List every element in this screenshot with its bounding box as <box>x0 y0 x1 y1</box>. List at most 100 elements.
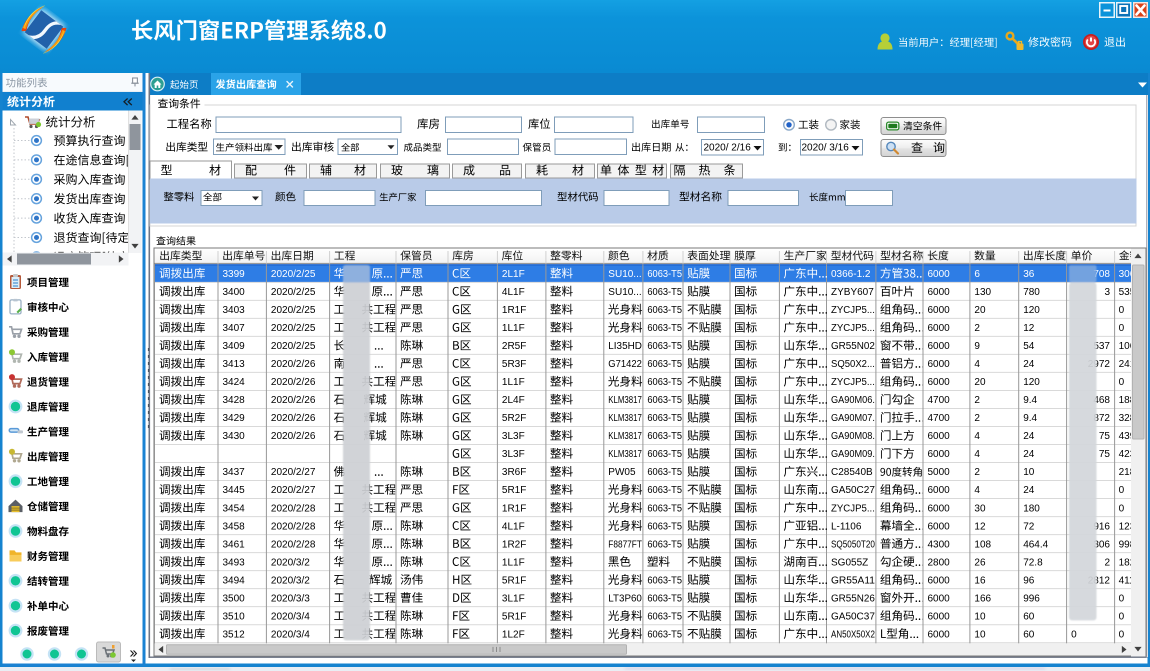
svg-text:2020/2/25: 2020/2/25 <box>271 305 316 316</box>
svg-text:6063-T5: 6063-T5 <box>647 629 682 640</box>
svg-text:4L1F: 4L1F <box>502 521 525 532</box>
svg-text:6000: 6000 <box>928 629 951 640</box>
svg-text:6063-T5: 6063-T5 <box>647 413 682 424</box>
svg-text:6063-T5: 6063-T5 <box>647 503 682 514</box>
svg-text:2020/2/27: 2020/2/27 <box>271 467 316 478</box>
svg-text:6000: 6000 <box>928 593 951 604</box>
svg-text:SQ5050T20: SQ5050T20 <box>831 539 875 550</box>
svg-text:3500: 3500 <box>223 593 246 604</box>
svg-text:0: 0 <box>1119 305 1125 316</box>
svg-text:6000: 6000 <box>928 611 951 622</box>
svg-text:130: 130 <box>974 287 991 298</box>
svg-text:4: 4 <box>974 431 980 442</box>
svg-text:KLM3817: KLM3817 <box>608 449 642 460</box>
svg-text:2020/2/25: 2020/2/25 <box>271 341 316 352</box>
svg-text:GA90M07.: GA90M07. <box>831 413 875 424</box>
svg-text:6000: 6000 <box>928 503 951 514</box>
svg-text:3445: 3445 <box>223 485 246 496</box>
svg-text:ZYCJP5...: ZYCJP5... <box>831 323 875 334</box>
svg-text:6063-T5: 6063-T5 <box>647 323 682 334</box>
svg-text:6063-T5: 6063-T5 <box>647 593 682 604</box>
svg-text:5R1F: 5R1F <box>502 485 526 496</box>
svg-text:20: 20 <box>974 377 986 388</box>
svg-text:6063-T5: 6063-T5 <box>647 521 682 532</box>
svg-text:3510: 3510 <box>223 611 246 622</box>
svg-text:2020/2/28: 2020/2/28 <box>271 539 316 550</box>
svg-text:9: 9 <box>974 341 980 352</box>
svg-text:20: 20 <box>974 305 986 316</box>
svg-text:3458: 3458 <box>223 521 246 532</box>
svg-text:2020/ 2/16: 2020/ 2/16 <box>704 143 752 154</box>
svg-text:GA50C27: GA50C27 <box>831 485 875 496</box>
svg-text:3407: 3407 <box>223 323 246 334</box>
svg-text:GR55A11: GR55A11 <box>831 575 875 586</box>
svg-text:10: 10 <box>1023 467 1035 478</box>
svg-text:F8877FT: F8877FT <box>608 539 642 550</box>
svg-text:0: 0 <box>1119 593 1125 604</box>
svg-text:SG055Z: SG055Z <box>831 557 868 568</box>
svg-text:6063-T5: 6063-T5 <box>647 449 682 460</box>
svg-text:6063-T5: 6063-T5 <box>647 269 682 280</box>
svg-text:C28540B: C28540B <box>831 467 873 478</box>
svg-text:10: 10 <box>974 629 986 640</box>
svg-text:1L2F: 1L2F <box>502 629 525 640</box>
svg-text:1R1F: 1R1F <box>502 503 526 514</box>
svg-text:2020/2/26: 2020/2/26 <box>271 377 316 388</box>
svg-text:6063-T5: 6063-T5 <box>647 575 682 586</box>
svg-text:6000: 6000 <box>928 521 951 532</box>
svg-text:1L1F: 1L1F <box>502 557 525 568</box>
svg-text:6000: 6000 <box>928 431 951 442</box>
svg-text:KLM3817: KLM3817 <box>608 413 642 424</box>
svg-text:16: 16 <box>974 575 986 586</box>
svg-text:1R2F: 1R2F <box>502 539 526 550</box>
svg-text:9.4: 9.4 <box>1023 413 1037 424</box>
svg-text:1L1F: 1L1F <box>502 377 525 388</box>
svg-text:108: 108 <box>974 539 991 550</box>
svg-text:2020/2/25: 2020/2/25 <box>271 287 316 298</box>
svg-text:4L1F: 4L1F <box>502 287 525 298</box>
svg-text:6000: 6000 <box>928 485 951 496</box>
svg-text:3454: 3454 <box>223 503 246 514</box>
svg-text:KLM3817: KLM3817 <box>608 431 642 442</box>
svg-text:5R1F: 5R1F <box>502 611 526 622</box>
svg-text:2020/2/25: 2020/2/25 <box>271 269 316 280</box>
svg-text:2: 2 <box>974 413 980 424</box>
svg-text:6000: 6000 <box>928 323 951 334</box>
svg-text:6000: 6000 <box>928 449 951 460</box>
svg-text:4700: 4700 <box>928 395 951 406</box>
svg-text:10: 10 <box>974 611 986 622</box>
svg-text:0: 0 <box>1119 485 1125 496</box>
svg-text:3403: 3403 <box>223 305 246 316</box>
svg-text:60: 60 <box>1023 611 1035 622</box>
svg-text:3L3F: 3L3F <box>502 449 525 460</box>
svg-text:GA90M08.: GA90M08. <box>831 431 875 442</box>
svg-text:2020/3/4: 2020/3/4 <box>271 629 310 640</box>
svg-text:2020/2/27: 2020/2/27 <box>271 485 316 496</box>
svg-text:2L4F: 2L4F <box>502 395 525 406</box>
svg-text:75: 75 <box>1099 449 1111 460</box>
svg-text:0: 0 <box>1119 503 1125 514</box>
svg-text:4: 4 <box>974 359 980 370</box>
svg-text:LT3P60: LT3P60 <box>608 593 642 604</box>
svg-text:0: 0 <box>1119 611 1125 622</box>
svg-text:3R6F: 3R6F <box>502 467 526 478</box>
svg-text:6000: 6000 <box>928 269 951 280</box>
svg-text:4: 4 <box>974 485 980 496</box>
svg-text:6000: 6000 <box>928 575 951 586</box>
svg-text:6000: 6000 <box>928 341 951 352</box>
svg-text:6063-T5: 6063-T5 <box>647 287 682 298</box>
svg-text:464.4: 464.4 <box>1023 539 1048 550</box>
svg-text:2020/3/4: 2020/3/4 <box>271 611 310 622</box>
svg-text:120: 120 <box>1023 305 1040 316</box>
svg-text:1R1F: 1R1F <box>502 305 526 316</box>
svg-text:2020/3/2: 2020/3/2 <box>271 557 310 568</box>
svg-text:0: 0 <box>1119 377 1125 388</box>
svg-text:6063-T5: 6063-T5 <box>647 431 682 442</box>
svg-text:3493: 3493 <box>223 557 246 568</box>
svg-text:2020/2/26: 2020/2/26 <box>271 413 316 424</box>
svg-text:5000: 5000 <box>928 467 951 478</box>
svg-text:24: 24 <box>1023 485 1035 496</box>
svg-text:6063-T5: 6063-T5 <box>647 341 682 352</box>
svg-text:ZYCJP5...: ZYCJP5... <box>831 503 875 514</box>
svg-text:3461: 3461 <box>223 539 246 550</box>
